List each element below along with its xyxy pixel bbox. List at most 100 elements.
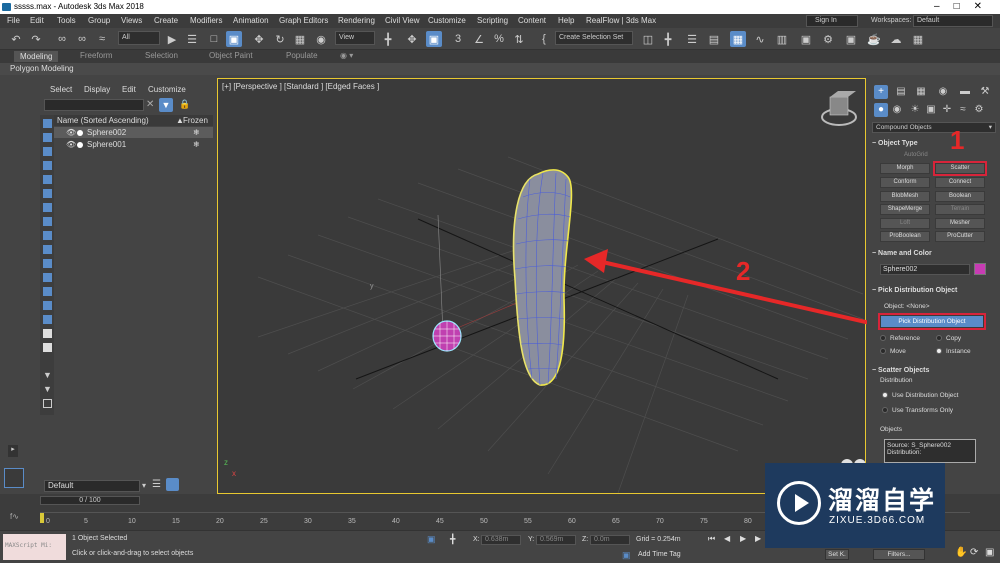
ribbon-tab-selection[interactable]: Selection xyxy=(145,51,178,60)
previous-frame-icon[interactable]: ◀ xyxy=(724,534,730,543)
procutter-button[interactable]: ProCutter xyxy=(935,231,985,242)
layer-select[interactable]: Default xyxy=(44,480,140,492)
menu-group[interactable]: Group xyxy=(88,14,110,28)
shapes-category-icon[interactable]: ◉ xyxy=(890,103,904,117)
mirror-icon[interactable]: ◫ xyxy=(640,31,656,47)
selection-filter[interactable]: All xyxy=(118,31,160,45)
scene-explorer-icon[interactable]: ▦ xyxy=(730,31,746,47)
menu-scripting[interactable]: Scripting xyxy=(477,14,508,28)
source-item[interactable]: Source: S_Sphere002 xyxy=(887,442,973,449)
display-shapes-icon[interactable] xyxy=(43,133,52,142)
use-distribution-radio[interactable]: Use Distribution Object xyxy=(882,392,958,399)
name-color-rollout[interactable]: − Name and Color xyxy=(872,250,996,257)
link-icon[interactable]: ∞ xyxy=(54,31,70,47)
display-cameras-icon[interactable] xyxy=(43,161,52,170)
conform-button[interactable]: Conform xyxy=(880,177,930,188)
menu-content[interactable]: Content xyxy=(518,14,546,28)
y-coordinate[interactable]: 0.569m xyxy=(536,535,576,545)
object-color-swatch[interactable] xyxy=(974,263,986,275)
spacewarps-category-icon[interactable]: ≈ xyxy=(956,103,970,117)
modify-tab-icon[interactable]: ▤ xyxy=(894,85,908,99)
absolute-mode-icon[interactable]: ╋ xyxy=(450,534,455,545)
display-tab-icon[interactable]: ▬ xyxy=(958,85,972,99)
motion-tab-icon[interactable]: ◉ xyxy=(936,85,950,99)
render-online-icon[interactable]: ☁ xyxy=(888,31,904,47)
connect-button[interactable]: Connect xyxy=(935,177,985,188)
maximize-viewport-icon[interactable]: ▣ xyxy=(985,547,994,558)
frozen-icon[interactable]: ❄ xyxy=(193,127,200,138)
named-selection-set[interactable]: Create Selection Set xyxy=(555,31,633,45)
a360-gallery-icon[interactable]: ▦ xyxy=(910,31,926,47)
display-geometry-icon[interactable] xyxy=(43,119,52,128)
render-production-icon[interactable]: ☕ xyxy=(866,31,882,47)
select-by-name-icon[interactable]: ☰ xyxy=(184,31,200,47)
hierarchy-tab-icon[interactable]: ▦ xyxy=(914,85,928,99)
reference-coord-select[interactable]: View xyxy=(335,31,375,45)
workspace-select[interactable]: Default xyxy=(913,15,993,27)
move-icon[interactable]: ✥ xyxy=(251,31,267,47)
ribbon-tab-object-paint[interactable]: Object Paint xyxy=(209,51,253,60)
display-containers-icon[interactable] xyxy=(43,245,52,254)
menu-help[interactable]: Help xyxy=(558,14,574,28)
snaps-toggle-icon[interactable]: 3 xyxy=(450,31,466,47)
current-frame-marker[interactable] xyxy=(40,513,44,523)
shapemerge-button[interactable]: ShapeMerge xyxy=(880,204,930,215)
blobmesh-button[interactable]: BlobMesh xyxy=(880,191,930,202)
ribbon-tab-populate[interactable]: Populate xyxy=(286,51,318,60)
lights-category-icon[interactable]: ☀ xyxy=(908,103,922,117)
boolean-button[interactable]: Boolean xyxy=(935,191,985,202)
layer-dropdown-icon[interactable]: ▾ xyxy=(142,481,146,490)
display-influences-icon[interactable] xyxy=(43,343,52,352)
morph-button[interactable]: Morph xyxy=(880,163,930,174)
maxscript-listener[interactable]: MAXScript Mi: xyxy=(3,534,66,560)
bind-space-warp-icon[interactable]: ≈ xyxy=(94,31,110,47)
pick-distribution-rollout[interactable]: − Pick Distribution Object xyxy=(872,287,996,294)
menu-customize[interactable]: Customize xyxy=(428,14,466,28)
pick-distribution-button[interactable]: Pick Distribution Object xyxy=(878,313,986,330)
spinner-snap-icon[interactable]: ⇅ xyxy=(511,31,527,47)
rect-selection-icon[interactable]: □ xyxy=(206,31,222,47)
proboolean-button[interactable]: ProBoolean xyxy=(880,231,930,242)
select-object-icon[interactable]: ▶ xyxy=(164,31,180,47)
category-select[interactable]: Compound Objects ▾ xyxy=(872,122,996,133)
place-icon[interactable]: ◉ xyxy=(313,31,329,47)
toggle-ribbon-icon[interactable]: ▤ xyxy=(706,31,722,47)
column-frozen-header[interactable]: Frozen xyxy=(183,115,208,126)
copy-radio[interactable]: Copy xyxy=(936,335,961,342)
systems-category-icon[interactable]: ⚙ xyxy=(972,103,986,117)
create-tab-icon[interactable]: + xyxy=(874,85,888,99)
filter-funnel-2-icon[interactable]: ▼ xyxy=(43,385,52,394)
add-time-tag[interactable]: Add Time Tag xyxy=(638,551,681,558)
instance-radio[interactable]: Instance xyxy=(936,348,971,355)
cameras-category-icon[interactable]: ▣ xyxy=(924,103,938,117)
objects-list[interactable]: Source: S_Sphere002 Distribution: xyxy=(884,439,976,463)
edit-named-selection-icon[interactable]: { xyxy=(536,31,552,47)
time-slider[interactable]: 0 / 100 xyxy=(40,496,140,505)
menu-civil-view[interactable]: Civil View xyxy=(385,14,420,28)
display-lights-icon[interactable] xyxy=(43,147,52,156)
visibility-eye-icon[interactable]: 👁 xyxy=(66,139,76,150)
display-bones-icon[interactable] xyxy=(43,231,52,240)
material-editor-icon[interactable]: ▣ xyxy=(798,31,814,47)
move-radio[interactable]: Move xyxy=(880,348,906,355)
use-transforms-radio[interactable]: Use Transforms Only xyxy=(882,407,953,414)
layer-manager-icon[interactable]: ☰ xyxy=(684,31,700,47)
geometry-category-icon[interactable]: ● xyxy=(874,103,888,117)
unlink-icon[interactable]: ∞ xyxy=(74,31,90,47)
undo-icon[interactable]: ↶ xyxy=(8,31,24,47)
visibility-eye-icon[interactable]: 👁 xyxy=(66,127,76,138)
display-all-icon[interactable] xyxy=(43,287,52,296)
display-groups-icon[interactable] xyxy=(43,203,52,212)
curve-editor-icon[interactable]: ∿ xyxy=(752,31,768,47)
layers-icon[interactable]: ☰ xyxy=(152,479,161,490)
autogrid-checkbox[interactable]: AutoGrid xyxy=(904,152,928,158)
distribution-item[interactable]: Distribution: xyxy=(887,449,973,456)
display-none-icon[interactable] xyxy=(43,301,52,310)
menu-edit[interactable]: Edit xyxy=(30,14,44,28)
align-icon[interactable]: ╋ xyxy=(660,31,676,47)
se-menu-edit[interactable]: Edit xyxy=(122,85,136,94)
object-name-field[interactable]: Sphere002 xyxy=(880,264,970,275)
isolate-icon[interactable]: ▣ xyxy=(427,534,436,545)
layer-explorer-icon[interactable] xyxy=(166,478,179,491)
display-xrefs-icon[interactable] xyxy=(43,217,52,226)
